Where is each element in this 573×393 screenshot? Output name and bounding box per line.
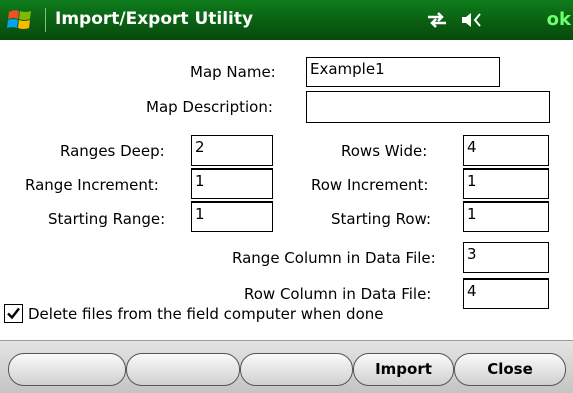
- checkmark-icon: [7, 307, 20, 320]
- ranges-deep-field[interactable]: 2: [191, 135, 273, 166]
- rows-wide-label: Rows Wide:: [341, 142, 428, 160]
- delete-files-checkbox[interactable]: [4, 304, 23, 323]
- row-increment-field[interactable]: 1: [463, 168, 549, 199]
- window-title: Import/Export Utility: [55, 9, 254, 29]
- starting-range-label: Starting Range:: [48, 210, 166, 228]
- map-name-field[interactable]: Example1: [306, 57, 500, 87]
- import-button[interactable]: Import: [353, 353, 454, 386]
- ok-button[interactable]: ok: [537, 7, 571, 33]
- softkey-1-button[interactable]: [8, 353, 126, 386]
- starting-row-field[interactable]: 1: [463, 201, 549, 232]
- starting-range-field[interactable]: 1: [191, 201, 273, 232]
- windows-start-icon[interactable]: [6, 6, 34, 34]
- volume-icon[interactable]: [460, 10, 484, 30]
- title-separator: [45, 8, 46, 32]
- softkey-3-button[interactable]: [240, 353, 353, 386]
- range-column-label: Range Column in Data File:: [232, 249, 436, 267]
- rows-wide-field[interactable]: 4: [463, 135, 549, 166]
- range-column-field[interactable]: 3: [463, 242, 549, 273]
- title-bar: Import/Export Utility ok: [0, 0, 573, 40]
- range-increment-label: Range Increment:: [25, 176, 159, 194]
- range-increment-field[interactable]: 1: [191, 168, 273, 199]
- row-increment-label: Row Increment:: [311, 176, 429, 194]
- starting-row-label: Starting Row:: [331, 210, 432, 228]
- map-description-label: Map Description:: [146, 98, 273, 116]
- ranges-deep-label: Ranges Deep:: [60, 142, 165, 160]
- row-column-field[interactable]: 4: [463, 278, 549, 309]
- row-column-label: Row Column in Data File:: [244, 285, 432, 303]
- map-name-label: Map Name:: [190, 63, 276, 81]
- softkey-2-button[interactable]: [126, 353, 240, 386]
- connectivity-icon[interactable]: [425, 10, 449, 30]
- close-button[interactable]: Close: [454, 353, 566, 386]
- delete-files-label[interactable]: Delete files from the field computer whe…: [28, 305, 384, 323]
- map-description-field[interactable]: [306, 91, 550, 123]
